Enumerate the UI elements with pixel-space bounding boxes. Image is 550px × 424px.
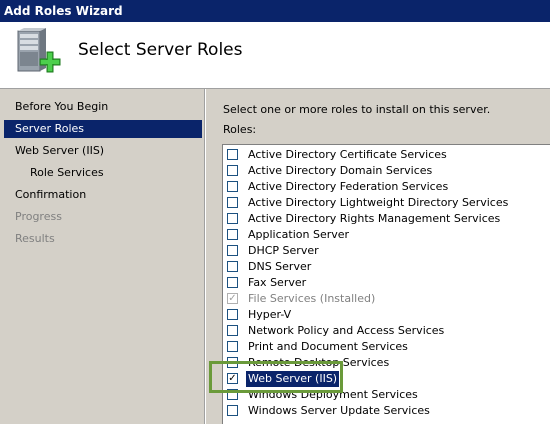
role-checkbox[interactable]: [227, 245, 238, 256]
role-checkbox[interactable]: [227, 405, 238, 416]
role-item[interactable]: DNS Server: [227, 259, 547, 275]
wizard-steps-sidebar: Before You Begin Server Roles Web Server…: [0, 89, 205, 424]
role-item[interactable]: Application Server: [227, 227, 547, 243]
page-title: Select Server Roles: [78, 40, 243, 60]
role-label: Active Directory Lightweight Directory S…: [248, 196, 509, 209]
role-label: Active Directory Certificate Services: [248, 148, 447, 161]
role-item[interactable]: Active Directory Certificate Services: [227, 147, 547, 163]
role-checkbox[interactable]: [227, 277, 238, 288]
role-label: Active Directory Rights Management Servi…: [248, 212, 501, 225]
role-label: Print and Document Services: [248, 340, 408, 353]
server-add-icon: [17, 28, 61, 73]
role-item[interactable]: Active Directory Domain Services: [227, 163, 547, 179]
role-checkbox[interactable]: [227, 213, 238, 224]
role-item[interactable]: Fax Server: [227, 275, 547, 291]
role-checkbox[interactable]: [227, 309, 238, 320]
sidebar-item-confirmation[interactable]: Confirmation: [4, 186, 202, 204]
role-label: File Services (Installed): [248, 292, 376, 305]
role-checkbox[interactable]: [227, 165, 238, 176]
role-label: DHCP Server: [248, 244, 319, 257]
role-item[interactable]: Windows Server Update Services: [227, 403, 547, 419]
sidebar-item-role-services[interactable]: Role Services: [4, 164, 202, 182]
roles-label: Roles:: [223, 123, 257, 136]
role-item-installed: ✓ File Services (Installed): [227, 291, 547, 307]
instruction-text: Select one or more roles to install on t…: [223, 103, 491, 116]
role-checkbox[interactable]: [227, 149, 238, 160]
role-item[interactable]: Network Policy and Access Services: [227, 323, 547, 339]
sidebar-item-results: Results: [15, 232, 55, 245]
role-checkbox[interactable]: [227, 261, 238, 272]
role-label: Active Directory Federation Services: [248, 180, 449, 193]
role-item[interactable]: Active Directory Rights Management Servi…: [227, 211, 547, 227]
sidebar-item-web-server-iis[interactable]: Web Server (IIS): [4, 142, 202, 160]
role-checkbox-checked: ✓: [227, 293, 238, 304]
role-item[interactable]: DHCP Server: [227, 243, 547, 259]
add-roles-wizard-window: Add Roles Wizard Select Server Roles Bef…: [0, 0, 550, 424]
role-item[interactable]: Active Directory Federation Services: [227, 179, 547, 195]
role-checkbox[interactable]: [227, 341, 238, 352]
role-label: Network Policy and Access Services: [248, 324, 445, 337]
role-label: Fax Server: [248, 276, 307, 289]
role-label: Application Server: [248, 228, 350, 241]
wizard-header: Select Server Roles: [0, 22, 550, 88]
role-item[interactable]: Print and Document Services: [227, 339, 547, 355]
role-item[interactable]: Active Directory Lightweight Directory S…: [227, 195, 547, 211]
role-label: Hyper-V: [248, 308, 292, 321]
sidebar-item-before-you-begin[interactable]: Before You Begin: [4, 98, 202, 116]
role-checkbox[interactable]: [227, 181, 238, 192]
sidebar-item-progress: Progress: [15, 210, 62, 223]
role-label: Windows Server Update Services: [248, 404, 430, 417]
role-label: DNS Server: [248, 260, 312, 273]
role-item[interactable]: Hyper-V: [227, 307, 547, 323]
role-checkbox[interactable]: [227, 197, 238, 208]
window-title: Add Roles Wizard: [0, 0, 550, 22]
sidebar-item-server-roles[interactable]: Server Roles: [4, 120, 202, 138]
role-checkbox[interactable]: [227, 325, 238, 336]
role-checkbox[interactable]: [227, 229, 238, 240]
highlight-outline: [209, 361, 343, 393]
role-label: Active Directory Domain Services: [248, 164, 433, 177]
